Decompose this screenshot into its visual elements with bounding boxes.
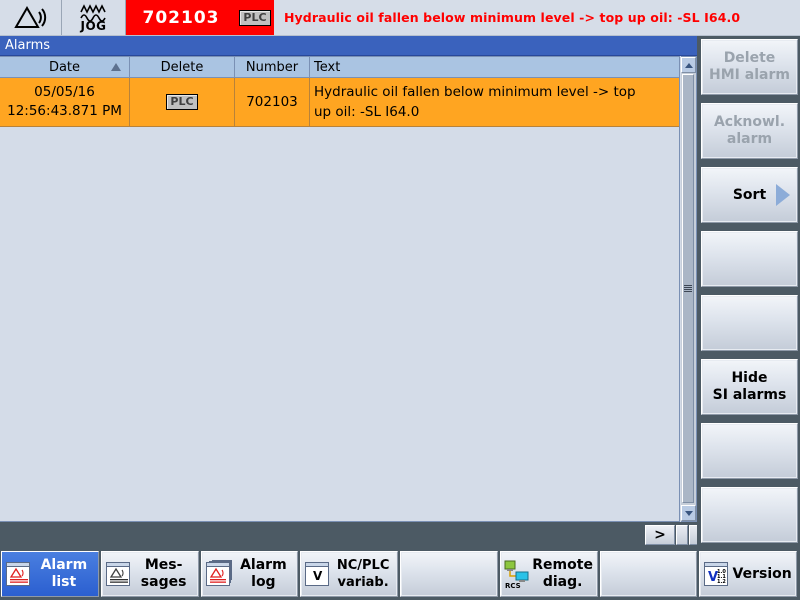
- softkey-hide-si-alarms[interactable]: Hide SI alarms: [701, 359, 798, 415]
- variables-icon: V: [303, 562, 331, 586]
- cell-text-line1: Hydraulic oil fallen below minimum level…: [314, 84, 636, 100]
- vertical-scrollbar[interactable]: [681, 56, 697, 522]
- svg-text:V: V: [313, 569, 323, 583]
- window-title: Alarms: [0, 36, 697, 56]
- softkey-messages[interactable]: Mes- sages: [100, 551, 199, 597]
- scrollbar-grip-icon: [684, 284, 692, 293]
- softkey-alarm-log-line1: Alarm: [240, 557, 287, 573]
- softkey-delete-hmi-alarm-line1: Delete: [723, 50, 776, 66]
- column-header-date[interactable]: Date: [0, 57, 130, 77]
- alarm-triangle-icon: [0, 0, 62, 35]
- status-bar: JOG 702103 PLC Hydraulic oil fallen belo…: [0, 0, 800, 36]
- softkey-empty-8[interactable]: [701, 487, 798, 543]
- softkey-delete-hmi-alarm[interactable]: Delete HMI alarm: [701, 39, 798, 95]
- softkey-alarm-list-line2: list: [51, 574, 77, 590]
- softkey-messages-line2: sages: [140, 574, 187, 590]
- softkey-empty-h5[interactable]: [400, 551, 498, 597]
- table-header-row: Date Delete Number Text: [0, 57, 679, 78]
- softkey-version[interactable]: V 1.0 1.1 1.2 Version: [699, 551, 797, 597]
- chevron-right-icon: [776, 184, 790, 206]
- softkey-alarm-log-line2: log: [251, 574, 276, 590]
- cell-text: Hydraulic oil fallen below minimum level…: [310, 78, 679, 126]
- alarm-log-icon: [204, 562, 232, 586]
- softkey-nc-plc-variables-line2: variab.: [337, 575, 389, 590]
- page-right-button[interactable]: >: [645, 525, 675, 545]
- mode-label: JOG: [80, 19, 107, 33]
- horizontal-softkey-bar: Alarm list Mes- sages Alarm log V NC/PLC…: [0, 548, 800, 600]
- softkey-alarm-log[interactable]: Alarm log: [200, 551, 299, 597]
- cell-date-value: 05/05/16: [34, 84, 95, 100]
- softkey-hide-si-alarms-line2: SI alarms: [712, 387, 787, 403]
- alarm-table-area: Date Delete Number Text 05/05/16 12:56:4…: [0, 56, 701, 548]
- main-content: Alarms Date Delete Number Text 05/05/16 …: [0, 36, 701, 548]
- softkey-sort-label: Sort: [732, 186, 767, 203]
- cell-time-value: 12:56:43.871 PM: [7, 103, 122, 119]
- svg-text:1.2: 1.2: [717, 579, 726, 585]
- column-header-delete-label: Delete: [160, 59, 204, 75]
- rcs-remote-icon: RCS: [503, 559, 531, 589]
- softkey-empty-5[interactable]: [701, 295, 798, 351]
- softkey-empty-7[interactable]: [701, 423, 798, 479]
- table-row[interactable]: 05/05/16 12:56:43.871 PM PLC 702103 Hydr…: [0, 78, 679, 127]
- scroll-down-button[interactable]: [681, 505, 696, 521]
- cell-number: 702103: [235, 78, 310, 126]
- softkey-messages-line1: Mes-: [144, 557, 183, 573]
- active-alarm-text: Hydraulic oil fallen below minimum level…: [274, 0, 800, 35]
- column-header-text-label: Text: [314, 59, 341, 75]
- softkey-nc-plc-variables[interactable]: V NC/PLC variab.: [300, 551, 398, 597]
- column-header-delete[interactable]: Delete: [130, 57, 235, 77]
- softkey-nc-plc-variables-line1: NC/PLC: [336, 558, 390, 573]
- plc-badge: PLC: [239, 9, 271, 26]
- alarm-source-badge-wrap: PLC: [236, 0, 274, 35]
- messages-icon: [104, 562, 132, 586]
- alarm-table: Date Delete Number Text 05/05/16 12:56:4…: [0, 56, 680, 522]
- cell-date: 05/05/16 12:56:43.871 PM: [0, 78, 130, 126]
- vertical-softkey-bar: Delete HMI alarm Acknowl. alarm Sort Hid…: [697, 36, 800, 548]
- softkey-version-label: Version: [732, 565, 792, 582]
- bottom-strip: >: [0, 522, 701, 548]
- column-header-number-label: Number: [245, 59, 299, 75]
- operating-mode-jog[interactable]: JOG: [62, 0, 126, 35]
- cell-text-line2: up oil: -SL I64.0: [314, 104, 420, 120]
- softkey-delete-hmi-alarm-line2: HMI alarm: [709, 67, 790, 83]
- scroll-up-button[interactable]: [681, 57, 696, 73]
- softkey-empty-h7[interactable]: [599, 551, 698, 597]
- softkey-remote-diagnostics[interactable]: RCS Remote diag.: [499, 551, 598, 597]
- svg-text:RCS: RCS: [505, 582, 521, 589]
- strip-button-1[interactable]: [676, 525, 688, 545]
- ascending-sort-arrow: [111, 63, 121, 71]
- column-header-text[interactable]: Text: [310, 57, 679, 77]
- softkey-acknowledge-alarm-line1: Acknowl.: [713, 114, 786, 130]
- softkey-acknowledge-alarm-line2: alarm: [726, 131, 773, 147]
- softkey-alarm-list-line1: Alarm: [40, 557, 88, 573]
- column-header-date-label: Date: [48, 59, 81, 75]
- active-alarm-number: 702103: [126, 0, 236, 35]
- softkey-remote-diagnostics-line2: diag.: [542, 574, 583, 590]
- chevron-up-icon: [684, 62, 693, 68]
- softkey-empty-4[interactable]: [701, 231, 798, 287]
- softkey-alarm-list[interactable]: Alarm list: [1, 551, 99, 597]
- softkey-hide-si-alarms-line1: Hide: [731, 370, 768, 386]
- column-header-number[interactable]: Number: [235, 57, 310, 77]
- chevron-down-icon: [684, 510, 693, 516]
- version-icon: V 1.0 1.1 1.2: [702, 562, 730, 586]
- cell-delete: PLC: [130, 78, 235, 126]
- cell-plc-badge: PLC: [166, 94, 198, 110]
- alarm-list-icon: [4, 562, 32, 586]
- softkey-sort[interactable]: Sort: [701, 167, 798, 223]
- softkey-remote-diagnostics-line1: Remote: [532, 557, 593, 573]
- scrollbar-thumb[interactable]: [682, 74, 694, 503]
- softkey-acknowledge-alarm[interactable]: Acknowl. alarm: [701, 103, 798, 159]
- sinumerik-hmi-screen: JOG 702103 PLC Hydraulic oil fallen belo…: [0, 0, 800, 600]
